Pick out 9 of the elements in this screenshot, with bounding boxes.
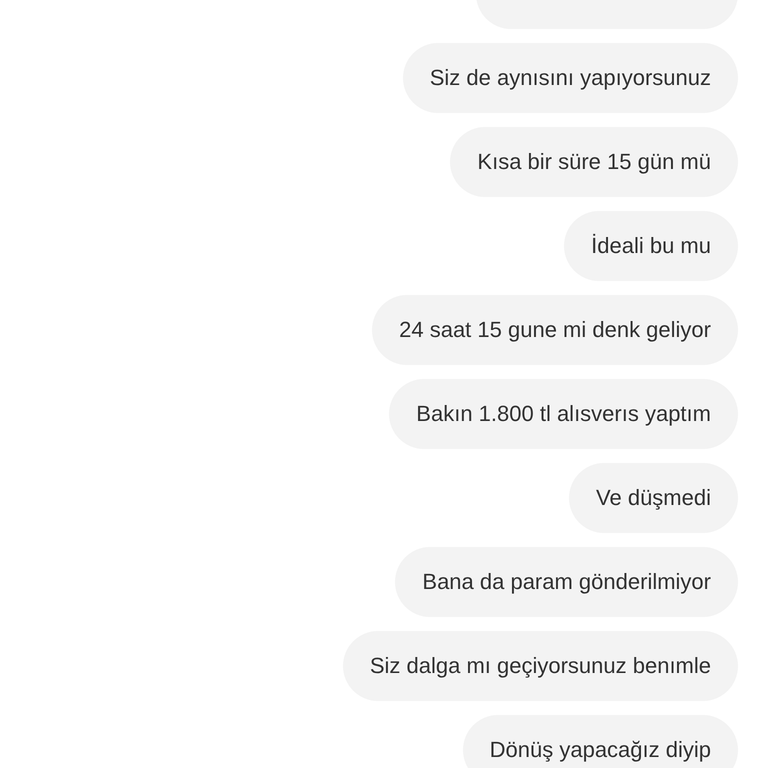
message-text: Bana da param gönderilmiyor <box>422 569 711 595</box>
message-text: 24 saat 15 gune mi denk geliyor <box>399 317 711 343</box>
message-text: İdeali bu mu <box>591 233 711 259</box>
message-text: Ve düşmedi <box>596 485 711 511</box>
message-text: Bakın 1.800 tl alısverıs yaptım <box>416 401 711 427</box>
message-text: Dönüş yapacağız diyip <box>490 737 711 763</box>
message-text: Kısa bir süre 15 gün mü <box>477 149 711 175</box>
message-text: Siz de aynısını yapıyorsunuz <box>430 65 711 91</box>
message-text: Siz dalga mı geçiyorsunuz benımle <box>370 653 711 679</box>
